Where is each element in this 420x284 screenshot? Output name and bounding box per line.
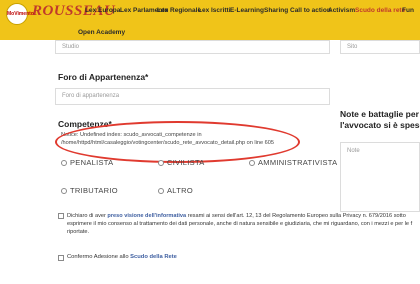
sito-input[interactable]: Sito	[340, 40, 420, 54]
note-label-line-1: Note e battaglie per l	[340, 109, 420, 119]
option-altro-label: ALTRO	[167, 186, 193, 195]
nav-item-sharing[interactable]: Sharing	[264, 7, 288, 14]
logo-badge-text: MoVimento	[7, 11, 34, 17]
privacy-text: Dichiaro di aver preso visione dell'info…	[67, 212, 420, 236]
studio-placeholder: Studio	[62, 44, 80, 50]
radio-circle-icon[interactable]	[61, 187, 67, 194]
competenze-label: Competenze*	[58, 119, 112, 129]
option-altro[interactable]: ALTRO	[158, 186, 193, 195]
option-tributario-label: TRIBUTARIO	[70, 186, 118, 195]
option-civilista[interactable]: CIVILISTA	[158, 158, 205, 167]
option-civilista-label: CIVILISTA	[167, 158, 205, 167]
privacy-line-1: Dichiaro di aver preso visione dell'info…	[67, 212, 420, 220]
note-textarea[interactable]: Note	[340, 142, 420, 212]
nav-item-open-academy[interactable]: Open Academy	[78, 29, 125, 36]
nav-item-e-learning[interactable]: E-Learning	[230, 7, 264, 14]
foro-label: Foro di Appartenenza*	[58, 72, 149, 82]
option-amministrativista[interactable]: AMMINISTRATIVISTA	[249, 158, 337, 167]
nav-item-scudo-della-rete[interactable]: Scudo della rete	[355, 7, 405, 14]
nav-item-lex-iscritti[interactable]: Lex Iscritti	[198, 7, 231, 14]
option-penalista[interactable]: PENALISTA	[61, 158, 113, 167]
option-amministrativista-label: AMMINISTRATIVISTA	[258, 158, 338, 167]
php-notice-line-2: /home/httpd/html/casaleggio/votingcenter…	[61, 140, 275, 146]
privacy-rest: resami ai sensi dell'art. 12, 13 del Reg…	[186, 213, 406, 219]
nav-item-call-to-action[interactable]: Call to action	[290, 7, 331, 14]
sito-placeholder: Sito	[347, 44, 358, 50]
nav-item-activism[interactable]: Activism	[328, 7, 355, 14]
option-penalista-label: PENALISTA	[70, 158, 114, 167]
nav-item-lex-regionale[interactable]: Lex Regionale	[157, 7, 201, 14]
note-placeholder: Note	[347, 148, 360, 154]
option-tributario[interactable]: TRIBUTARIO	[61, 186, 118, 195]
foro-placeholder: Foro di appartenenza	[62, 93, 120, 99]
confirm-text: Confermo Adesione allo Scudo della Rete	[67, 254, 177, 260]
php-notice-line-1: Notice: Undefined index: scudo_avvocati_…	[61, 132, 202, 138]
studio-input[interactable]: Studio	[55, 40, 330, 54]
nav-item-fun[interactable]: Fun	[402, 7, 414, 14]
privacy-line-2: esprimere il mio consenso al trattamento…	[67, 221, 413, 227]
privacy-checkbox[interactable]	[58, 213, 64, 219]
radio-circle-icon[interactable]	[61, 159, 67, 166]
confirm-checkbox[interactable]	[58, 255, 64, 261]
privacy-line-3: riportate.	[67, 229, 90, 235]
radio-circle-icon[interactable]	[158, 187, 164, 194]
top-navbar: MoVimento ROUSSEAU Lex Europa Lex Parlam…	[0, 0, 420, 40]
foro-input[interactable]: Foro di appartenenza	[55, 88, 330, 105]
nav-item-lex-europa[interactable]: Lex Europa	[85, 7, 120, 14]
confirm-prefix: Confermo Adesione allo	[67, 254, 131, 260]
privacy-prefix: Dichiaro di aver	[67, 213, 108, 219]
scudo-della-rete-link[interactable]: Scudo della Rete	[130, 254, 177, 260]
radio-circle-icon[interactable]	[158, 159, 164, 166]
radio-circle-icon[interactable]	[249, 159, 255, 166]
note-label-line-2: l'avvocato si è speso	[340, 120, 420, 130]
privacy-link[interactable]: preso visione dell'informativa	[107, 213, 186, 219]
movement-logo[interactable]: MoVimento	[6, 3, 34, 25]
note-label: Note e battaglie per l l'avvocato si è s…	[340, 109, 420, 131]
